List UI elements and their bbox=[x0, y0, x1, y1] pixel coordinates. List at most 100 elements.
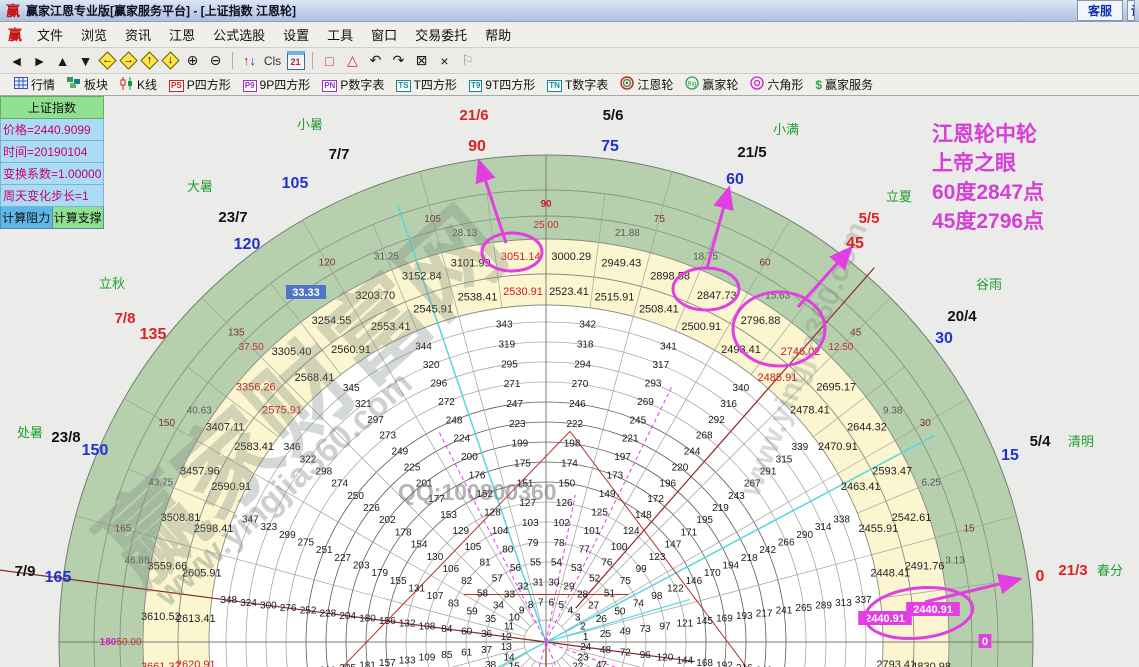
rect-tool-button[interactable]: □ bbox=[319, 51, 340, 71]
ribbon-item-赢家服务[interactable]: $ 赢家服务 bbox=[809, 76, 879, 93]
menu-item-5[interactable]: 设置 bbox=[274, 22, 318, 47]
rotate-cw-button[interactable]: ↷ bbox=[388, 51, 409, 71]
rotate-ccw-button[interactable]: ↶ bbox=[365, 51, 386, 71]
gann-wheel-canvas[interactable]: 123456789101112131415 2223242526272829303… bbox=[0, 96, 1139, 667]
price-ring-outer-value: 4830.98 bbox=[911, 661, 951, 667]
spiral-number: 99 bbox=[636, 564, 648, 575]
zoom-in-button[interactable]: ⊕ bbox=[182, 51, 203, 71]
calendar-button[interactable]: 21 bbox=[285, 51, 306, 71]
ribbon-item-P数字表[interactable]: PN P数字表 bbox=[316, 76, 390, 93]
spiral-number: 192 bbox=[716, 660, 733, 667]
ribbon-item-9P四方形[interactable]: P9 9P四方形 bbox=[237, 76, 316, 93]
spiral-number: 51 bbox=[604, 588, 616, 599]
calc-resistance-button[interactable]: 计算阻力 bbox=[0, 207, 53, 229]
ribbon-label: 9P四方形 bbox=[259, 78, 311, 92]
outer-label: 105 bbox=[282, 175, 309, 192]
calc-support-button[interactable]: 计算支撑 bbox=[52, 207, 104, 229]
flag-tool-button[interactable]: ⚐ bbox=[457, 51, 478, 71]
zoom-out-button[interactable]: ⊖ bbox=[205, 51, 226, 71]
spiral-number: 247 bbox=[506, 399, 523, 410]
price-ring-inner-value: 2515.91 bbox=[595, 292, 635, 304]
ribbon-item-行情[interactable]: 行情 bbox=[8, 76, 61, 93]
down-arrow-button[interactable]: ▼ bbox=[75, 51, 96, 71]
spiral-number: 58 bbox=[477, 588, 489, 599]
ribbon-item-P四方形[interactable]: PS P四方形 bbox=[163, 76, 237, 93]
outer-label: 立秋 bbox=[99, 276, 125, 291]
menu-item-8[interactable]: 交易委托 bbox=[406, 22, 476, 47]
spiral-number: 228 bbox=[320, 608, 337, 619]
subdegree-label: 3.13 bbox=[945, 556, 965, 567]
gann-wheel-chart-area: 1 2 3 4 5 6 7 8 9 10 11 12 13 14 15 22 23 24 25 26 27 28 29 30 3… bbox=[0, 96, 1139, 667]
spiral-number: 338 bbox=[833, 515, 850, 526]
menu-item-9[interactable]: 帮助 bbox=[476, 22, 520, 47]
spiral-number: 314 bbox=[815, 522, 832, 533]
ribbon-item-T四方形[interactable]: TS T四方形 bbox=[390, 76, 463, 93]
spiral-number: 222 bbox=[566, 419, 583, 430]
spiral-number: 123 bbox=[649, 552, 666, 563]
annotation-line: 45度2796点 bbox=[932, 209, 1044, 233]
pan-right-button[interactable]: → bbox=[119, 51, 138, 70]
spiral-number: 294 bbox=[574, 359, 591, 370]
spiral-number: 292 bbox=[708, 415, 725, 426]
spiral-number: 154 bbox=[411, 540, 428, 551]
ribbon-label: 赢家轮 bbox=[702, 78, 739, 92]
triangle-tool-button[interactable]: △ bbox=[342, 51, 363, 71]
ribbon-item-9T四方形[interactable]: T9 9T四方形 bbox=[463, 76, 541, 93]
blocks-icon bbox=[67, 77, 81, 92]
spiral-number: 34 bbox=[493, 600, 505, 611]
outer-label: 5/6 bbox=[603, 107, 624, 124]
spiral-number: 98 bbox=[651, 591, 663, 602]
up-arrow-button[interactable]: ▲ bbox=[52, 51, 73, 71]
spiral-number: 198 bbox=[564, 439, 581, 450]
spiral-number: 200 bbox=[461, 452, 478, 463]
pan-left-button[interactable]: ← bbox=[98, 51, 117, 70]
spiral-number: 5 bbox=[559, 600, 565, 611]
subdegree-label: 9.38 bbox=[883, 405, 903, 416]
spiral-number: 245 bbox=[630, 415, 647, 426]
spiral-number: 53 bbox=[571, 563, 583, 574]
outer-label: 0 bbox=[1036, 568, 1045, 585]
ribbon-item-K线[interactable]: K线 bbox=[114, 76, 163, 93]
outer-label: 大暑 bbox=[187, 179, 213, 194]
spiral-number: 273 bbox=[379, 431, 396, 442]
spiral-number: 27 bbox=[588, 600, 600, 611]
customer-service-button[interactable]: 客服 bbox=[1076, 0, 1123, 21]
menu-item-0[interactable]: 文件 bbox=[28, 22, 72, 47]
cls-button[interactable]: Cls bbox=[262, 51, 283, 71]
spiral-number: 1 bbox=[583, 632, 589, 643]
pan-up-button[interactable]: ↑ bbox=[140, 51, 159, 70]
menu-item-3[interactable]: 江恩 bbox=[160, 22, 204, 47]
menu-item-7[interactable]: 窗口 bbox=[362, 22, 406, 47]
spiral-number: 170 bbox=[704, 568, 721, 579]
spiral-number: 47 bbox=[596, 660, 608, 667]
outer-label: 75 bbox=[601, 138, 619, 155]
ribbon-item-江恩轮[interactable]: 江恩轮 bbox=[614, 76, 679, 93]
spiral-number: 38 bbox=[485, 660, 497, 667]
spiral-number: 79 bbox=[527, 538, 539, 549]
pan-down-button[interactable]: ↓ bbox=[161, 51, 180, 70]
spiral-number: 290 bbox=[796, 530, 813, 541]
back-arrow-button[interactable]: ◄ bbox=[6, 51, 27, 71]
spiral-number: 197 bbox=[614, 452, 631, 463]
menu-item-6[interactable]: 工具 bbox=[318, 22, 362, 47]
spiral-number: 296 bbox=[431, 378, 448, 389]
spiral-number: 126 bbox=[556, 498, 573, 509]
box-x-tool-button[interactable]: ⊠ bbox=[411, 51, 432, 71]
spiral-number: 179 bbox=[371, 568, 388, 579]
subdegree-label: 12.50 bbox=[828, 342, 853, 353]
menu-item-1[interactable]: 浏览 bbox=[72, 22, 116, 47]
ribbon-item-六角形[interactable]: 六角形 bbox=[744, 76, 809, 93]
calc-buttons: 计算阻力 计算支撑 bbox=[0, 207, 104, 229]
updown-button[interactable]: ↑ ↓ bbox=[239, 51, 260, 71]
cross-tool-button[interactable]: × bbox=[434, 51, 455, 71]
menu-item-2[interactable]: 资讯 bbox=[116, 22, 160, 47]
ribbon-item-T数字表[interactable]: TN T数字表 bbox=[541, 76, 614, 93]
outer-label: 23/7 bbox=[218, 209, 247, 226]
spiral-number: 60 bbox=[461, 627, 473, 638]
partial-edge-button[interactable]: 设 bbox=[1127, 0, 1135, 21]
ribbon-item-板块[interactable]: 板块 bbox=[61, 76, 114, 93]
forward-arrow-button[interactable]: ► bbox=[29, 51, 50, 71]
ribbon-item-赢家轮[interactable]: Big 赢家轮 bbox=[679, 76, 744, 93]
spiral-number: 37 bbox=[481, 645, 493, 656]
menu-item-4[interactable]: 公式选股 bbox=[204, 22, 274, 47]
